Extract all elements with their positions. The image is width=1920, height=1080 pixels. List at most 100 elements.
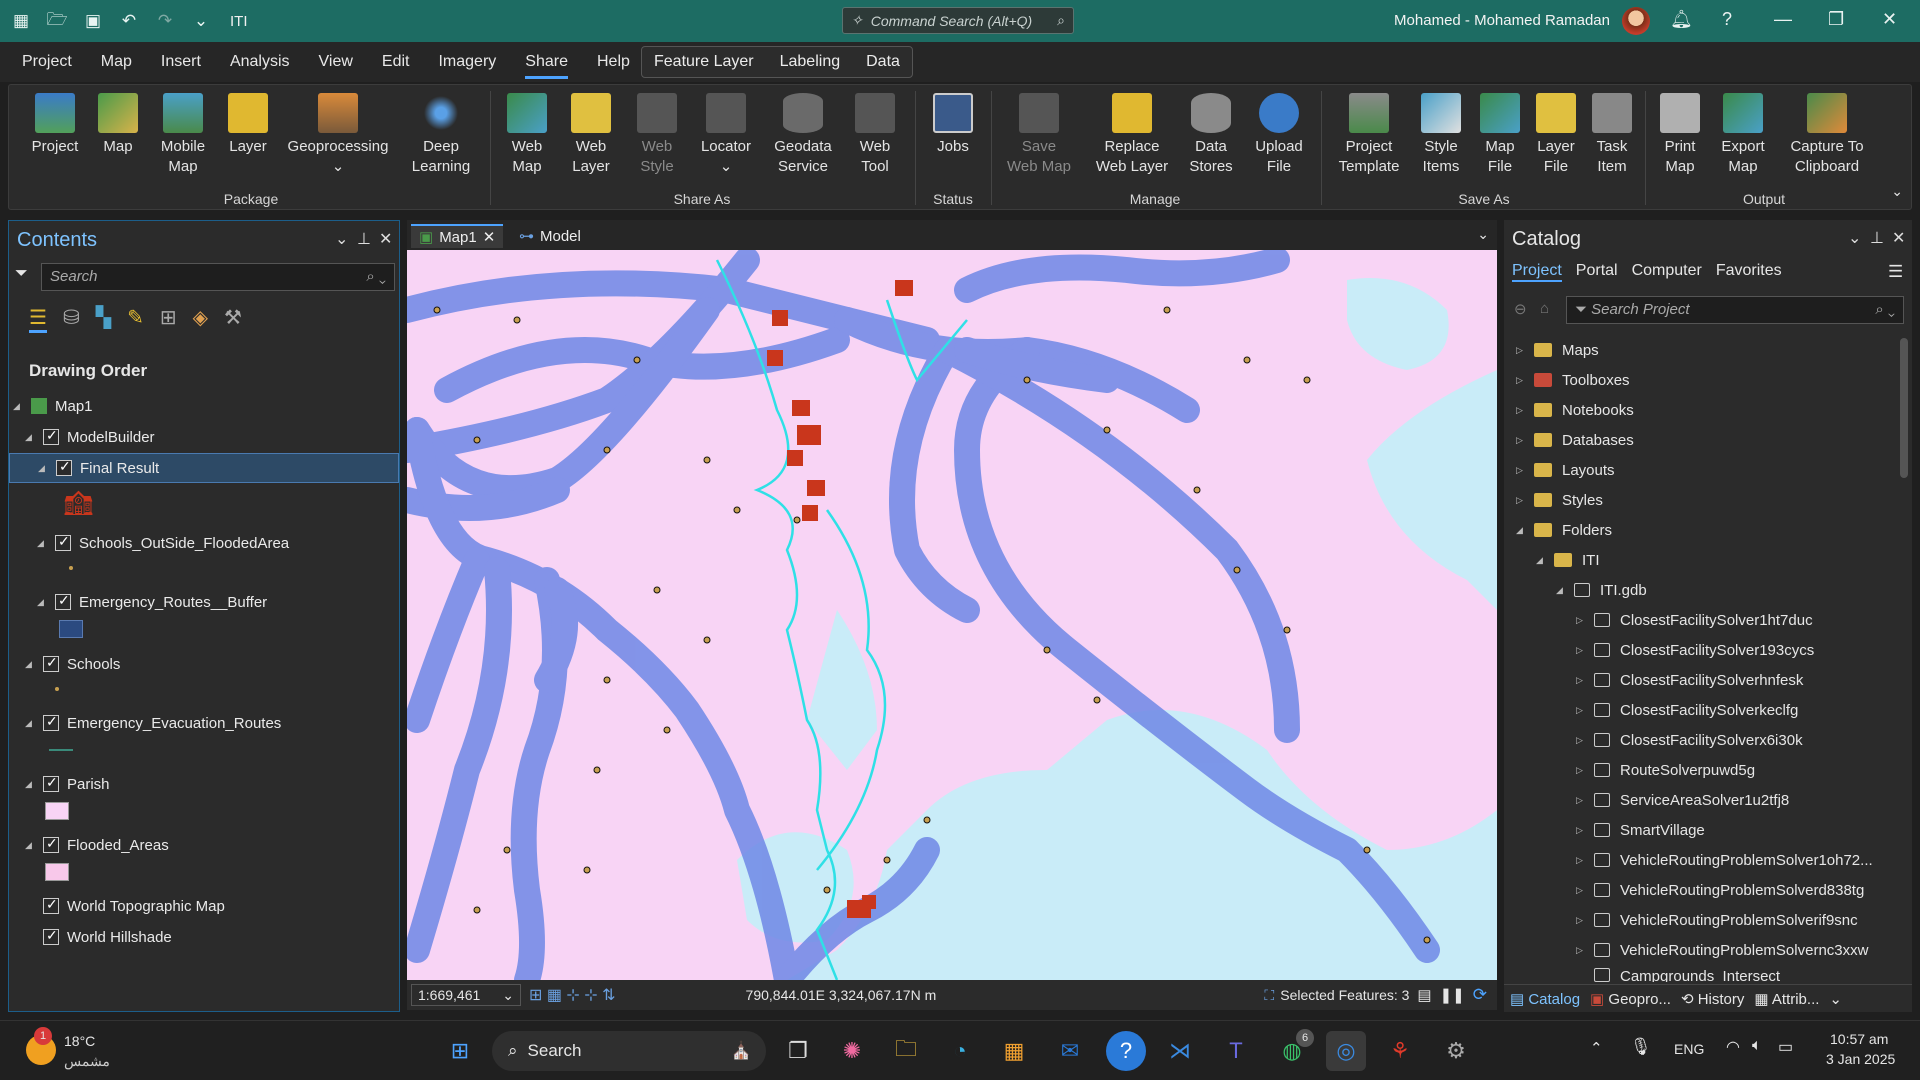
layer-visibility-checkbox[interactable] <box>43 927 59 945</box>
help-app-icon[interactable]: ? <box>1106 1031 1146 1071</box>
clock-time[interactable]: 10:57 am <box>1830 1031 1888 1047</box>
catalog-folder-iti[interactable]: ◢ ITI <box>1536 548 1600 572</box>
outlook-icon[interactable]: ✉ <box>1050 1031 1090 1071</box>
labeling-icon[interactable]: ◈ <box>193 305 208 333</box>
deep-learning-button[interactable]: Deep Learning <box>403 93 479 177</box>
toc-layer-topographic[interactable]: World Topographic Map <box>9 891 401 921</box>
gdb-item[interactable]: ▷ ServiceAreaSolver1u2tfj8 <box>1576 788 1789 812</box>
scale-selector[interactable]: 1:669,461 ⌄ <box>411 984 521 1006</box>
wifi-icon[interactable]: ◠ <box>1726 1037 1740 1057</box>
pane-menu-icon[interactable]: ⌄ <box>335 229 348 249</box>
geodata-service-button[interactable]: Geodata Service <box>765 93 841 177</box>
catalog-item-databases[interactable]: ▷ Databases <box>1516 428 1634 452</box>
save-icon[interactable]: ▣ <box>82 11 104 31</box>
file-explorer-icon[interactable]: 🗀 <box>886 1031 926 1071</box>
open-folder-icon[interactable]: 🗁 <box>46 7 68 36</box>
pause-icon[interactable]: ❚❚ <box>1440 986 1465 1004</box>
contents-search-input[interactable]: Search ⌕ ⌄ <box>41 263 395 291</box>
catalog-item-maps[interactable]: ▷ Maps <box>1516 338 1599 362</box>
tab-view[interactable]: View <box>319 53 353 71</box>
pin-icon[interactable]: ⊥ <box>357 229 371 249</box>
navigation-tools-icon[interactable]: ⊞ ▦ ⊹ ⊹ ⇅ <box>529 985 616 1005</box>
close-pane-icon[interactable]: ✕ <box>1892 228 1905 248</box>
layer-visibility-checkbox[interactable] <box>43 835 59 853</box>
tab-feature-layer[interactable]: Feature Layer <box>654 53 754 71</box>
tray-chevron-icon[interactable]: ⌃ <box>1590 1039 1603 1057</box>
toc-layer-emergency-buffer[interactable]: ◢Emergency_Routes__Buffer <box>9 587 401 617</box>
chevron-down-icon[interactable]: ⌄ <box>1829 990 1842 1008</box>
data-stores-button[interactable]: Data Stores <box>1181 93 1241 177</box>
tab-imagery[interactable]: Imagery <box>438 53 496 71</box>
tab-help[interactable]: Help <box>597 53 630 71</box>
minimize-icon[interactable]: — <box>1774 9 1792 30</box>
catalog-item-layouts[interactable]: ▷ Layouts <box>1516 458 1615 482</box>
copilot-icon[interactable]: ✺ <box>832 1031 872 1071</box>
settings-gear-icon[interactable]: ⚙ <box>1436 1031 1476 1071</box>
filter-icon[interactable]: ⏷ <box>15 265 28 283</box>
toc-layer-final-result[interactable]: ◢Final Result <box>9 453 399 483</box>
catalog-item-notebooks[interactable]: ▷ Notebooks <box>1516 398 1634 422</box>
start-windows-icon[interactable]: ⊞ <box>440 1031 480 1071</box>
layer-visibility-checkbox[interactable] <box>43 713 59 731</box>
tab-catalog-favorites[interactable]: Favorites <box>1716 262 1782 282</box>
web-map-button[interactable]: Web Map <box>499 93 555 177</box>
map-file-button[interactable]: Map File <box>1475 93 1525 177</box>
battery-icon[interactable]: ▭ <box>1778 1037 1793 1057</box>
layer-package-button[interactable]: Layer <box>223 93 273 157</box>
tab-bottom-history[interactable]: ⟲ History <box>1681 990 1744 1008</box>
task-item-button[interactable]: Task Item <box>1587 93 1637 177</box>
layer-visibility-checkbox[interactable] <box>55 533 71 551</box>
table-icon[interactable]: ▤ <box>1417 986 1431 1004</box>
jobs-button[interactable]: Jobs <box>923 93 983 157</box>
replace-web-layer-button[interactable]: Replace Web Layer <box>1089 93 1175 177</box>
web-style-button[interactable]: Web Style <box>627 93 687 177</box>
customize-icon[interactable]: ⌄ <box>190 11 212 31</box>
export-map-button[interactable]: Export Map <box>1713 93 1773 177</box>
gdb-item[interactable]: ▷ VehicleRoutingProblemSolvernc3xxw <box>1576 938 1868 962</box>
gdb-item[interactable]: ▷ VehicleRoutingProblemSolverif9snc <box>1576 908 1858 932</box>
weather-temp[interactable]: 18°C <box>64 1033 95 1049</box>
share-project-button[interactable]: Project <box>23 93 87 157</box>
editing-icon[interactable]: ✎ <box>127 305 144 333</box>
toc-layer-modelbuilder[interactable]: ◢ModelBuilder <box>9 422 401 452</box>
home-icon[interactable]: ⌂ <box>1540 300 1549 317</box>
teams-icon[interactable]: T <box>1216 1031 1256 1071</box>
tab-data[interactable]: Data <box>866 53 900 71</box>
layer-visibility-checkbox[interactable] <box>43 896 59 914</box>
gdb-item[interactable]: ▷ ClosestFacilitySolverkeclfg <box>1576 698 1798 722</box>
upload-file-button[interactable]: Upload File <box>1247 93 1311 177</box>
layer-file-button[interactable]: Layer File <box>1531 93 1581 177</box>
tab-bottom-catalog[interactable]: ▤ Catalog <box>1510 990 1580 1008</box>
selected-features[interactable]: ⛶ Selected Features: 3 <box>1264 987 1409 1004</box>
toc-layer-parish[interactable]: ◢Parish <box>9 769 401 799</box>
pane-menu-icon[interactable]: ⌄ <box>1848 228 1861 248</box>
locator-button[interactable]: Locator ⌄ <box>693 93 759 177</box>
tab-catalog-project[interactable]: Project <box>1512 262 1562 282</box>
tab-share[interactable]: Share <box>525 53 568 79</box>
tab-labeling[interactable]: Labeling <box>780 53 841 71</box>
tab-map[interactable]: Map <box>101 53 132 71</box>
map-canvas[interactable] <box>407 250 1497 980</box>
data-source-icon[interactable]: ⛁ <box>63 305 80 333</box>
toc-map1[interactable]: ◢ Map1 <box>9 391 401 421</box>
tab-catalog-portal[interactable]: Portal <box>1576 262 1618 282</box>
toc-layer-schools[interactable]: ◢Schools <box>9 649 401 679</box>
gdb-item[interactable]: ▷ SmartVillage <box>1576 818 1705 842</box>
gdb-item[interactable]: ▷ VehicleRoutingProblemSolverd838tg <box>1576 878 1864 902</box>
restore-icon[interactable]: ❐ <box>1828 9 1844 30</box>
selection-icon[interactable]: ▚ <box>96 305 111 333</box>
mobile-map-button[interactable]: Mobile Map <box>153 93 213 177</box>
language-indicator[interactable]: ENG <box>1674 1041 1704 1057</box>
project-template-button[interactable]: Project Template <box>1331 93 1407 177</box>
drawing-order-icon[interactable]: ☰ <box>29 305 47 333</box>
catalog-scrollbar[interactable] <box>1900 338 1908 478</box>
save-web-map-button[interactable]: Save Web Map <box>999 93 1079 177</box>
back-icon[interactable]: ⊖ <box>1514 300 1527 318</box>
arcgis-pro-icon[interactable]: ◎ <box>1326 1031 1366 1071</box>
capture-clipboard-button[interactable]: Capture To Clipboard <box>1781 93 1873 177</box>
volume-icon[interactable]: 🔈︎ <box>1752 1037 1762 1055</box>
catalog-gdb[interactable]: ◢ ITI.gdb <box>1556 578 1647 602</box>
pin-icon[interactable]: ⊥ <box>1870 228 1884 248</box>
catalog-search-input[interactable]: ⏷ Search Project ⌕ ⌄ <box>1566 296 1904 324</box>
share-map-button[interactable]: Map <box>93 93 143 157</box>
